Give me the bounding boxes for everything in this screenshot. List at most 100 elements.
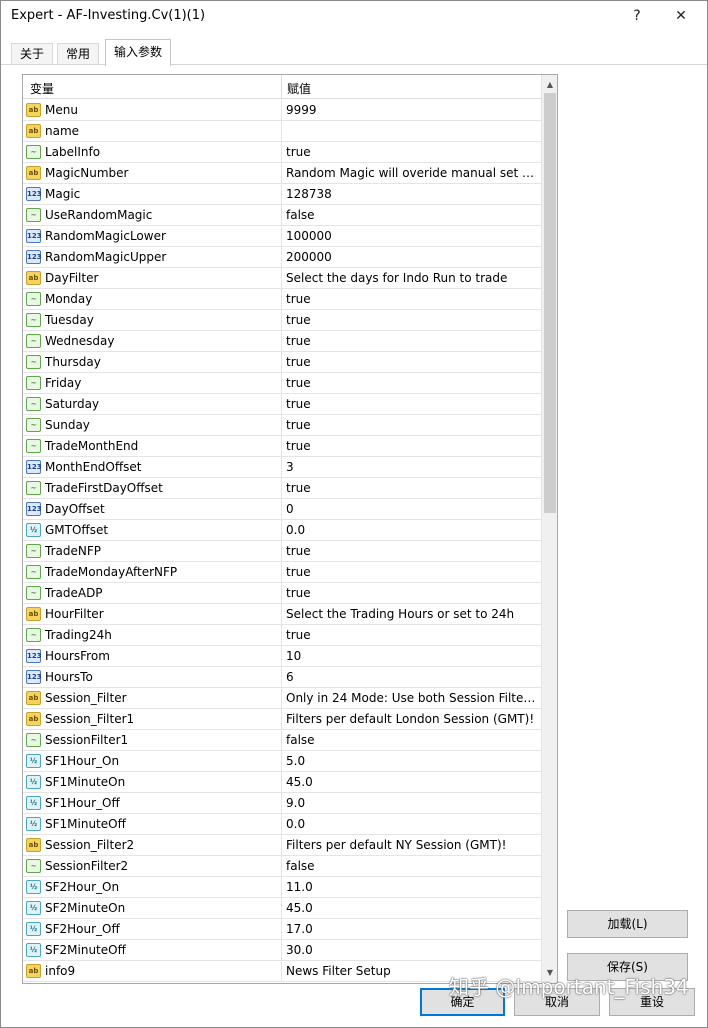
parameter-value[interactable]: true bbox=[286, 544, 536, 558]
parameter-row[interactable]: ~ Thursday true bbox=[23, 352, 541, 373]
parameter-value[interactable]: true bbox=[286, 355, 536, 369]
parameter-value[interactable]: 30.0 bbox=[286, 943, 536, 957]
parameter-value[interactable]: 45.0 bbox=[286, 901, 536, 915]
parameter-row[interactable]: ½ SF1Hour_On 5.0 bbox=[23, 751, 541, 772]
parameter-value[interactable]: true bbox=[286, 397, 536, 411]
parameter-value[interactable]: true bbox=[286, 481, 536, 495]
tab-about[interactable]: 关于 bbox=[11, 43, 54, 65]
parameter-row[interactable]: ab Session_Filter2 Filters per default NY … bbox=[23, 835, 541, 856]
parameter-row[interactable]: ~ Tuesday true bbox=[23, 310, 541, 331]
parameter-row[interactable]: ~ SessionFilter1 false bbox=[23, 730, 541, 751]
scroll-thumb[interactable] bbox=[544, 93, 556, 513]
parameter-row[interactable]: 123 RandomMagicUpper 200000 bbox=[23, 247, 541, 268]
parameter-value[interactable]: false bbox=[286, 859, 536, 873]
help-icon[interactable]: ? bbox=[626, 5, 648, 27]
string-type-icon: ab bbox=[26, 103, 41, 117]
parameter-row[interactable]: ½ SF1Hour_Off 9.0 bbox=[23, 793, 541, 814]
parameter-row[interactable]: ½ SF1MinuteOn 45.0 bbox=[23, 772, 541, 793]
parameter-row[interactable]: ½ SF1MinuteOff 0.0 bbox=[23, 814, 541, 835]
parameter-row[interactable]: ~ TradeNFP true bbox=[23, 541, 541, 562]
parameter-row[interactable]: 123 Magic 128738 bbox=[23, 184, 541, 205]
parameter-row[interactable]: ~ SessionFilter2 false bbox=[23, 856, 541, 877]
parameter-row[interactable]: 123 HoursFrom 10 bbox=[23, 646, 541, 667]
parameter-row[interactable]: 123 RandomMagicLower 100000 bbox=[23, 226, 541, 247]
parameter-value[interactable]: 128738 bbox=[286, 187, 536, 201]
parameter-row[interactable]: ~ TradeFirstDayOffset true bbox=[23, 478, 541, 499]
parameter-value[interactable]: true bbox=[286, 586, 536, 600]
tab-inputs[interactable]: 输入参数 bbox=[105, 39, 172, 66]
parameter-row[interactable]: ~ Friday true bbox=[23, 373, 541, 394]
parameter-value[interactable]: Select the Trading Hours or set to 24h bbox=[286, 607, 536, 621]
parameter-row[interactable]: ab MagicNumber Random Magic will overide m… bbox=[23, 163, 541, 184]
parameter-row[interactable]: ~ TradeMondayAfterNFP true bbox=[23, 562, 541, 583]
title-bar: Expert - AF-Investing.Cv(1)(1) ? ✕ bbox=[1, 1, 707, 32]
parameter-name: Session_Filter1 bbox=[45, 712, 135, 726]
parameter-value[interactable]: 9999 bbox=[286, 103, 536, 117]
parameter-row[interactable]: ~ UseRandomMagic false bbox=[23, 205, 541, 226]
parameter-value[interactable]: 10 bbox=[286, 649, 536, 663]
parameter-row[interactable]: ~ Trading24h true bbox=[23, 625, 541, 646]
parameter-value[interactable]: true bbox=[286, 376, 536, 390]
parameter-value[interactable]: true bbox=[286, 334, 536, 348]
parameter-row[interactable]: 123 HoursTo 6 bbox=[23, 667, 541, 688]
parameter-row[interactable]: ab Session_Filter1 Filters per default Lon… bbox=[23, 709, 541, 730]
parameter-row[interactable]: 123 MonthEndOffset 3 bbox=[23, 457, 541, 478]
parameter-row[interactable]: ½ SF2Hour_Off 17.0 bbox=[23, 919, 541, 940]
parameter-row[interactable]: ab Menu 9999 bbox=[23, 100, 541, 121]
parameter-value[interactable]: 11.0 bbox=[286, 880, 536, 894]
parameter-value[interactable]: true bbox=[286, 313, 536, 327]
parameter-row[interactable]: ab HourFilter Select the Trading Hours or … bbox=[23, 604, 541, 625]
close-icon[interactable]: ✕ bbox=[670, 5, 692, 27]
parameter-value[interactable]: false bbox=[286, 733, 536, 747]
parameter-value[interactable]: Select the days for Indo Run to trade bbox=[286, 271, 536, 285]
parameter-value[interactable]: true bbox=[286, 628, 536, 642]
parameter-row[interactable]: ~ Wednesday true bbox=[23, 331, 541, 352]
parameter-value[interactable]: true bbox=[286, 145, 536, 159]
parameter-value[interactable]: 17.0 bbox=[286, 922, 536, 936]
parameter-value[interactable]: 5.0 bbox=[286, 754, 536, 768]
parameter-value[interactable]: true bbox=[286, 565, 536, 579]
parameter-row[interactable]: ~ TradeMonthEnd true bbox=[23, 436, 541, 457]
string-type-icon: ab bbox=[26, 712, 41, 726]
parameter-value[interactable]: 200000 bbox=[286, 250, 536, 264]
parameter-value[interactable]: 9.0 bbox=[286, 796, 536, 810]
parameter-value[interactable]: 6 bbox=[286, 670, 536, 684]
bool-type-icon: ~ bbox=[26, 544, 41, 558]
scroll-up-arrow-icon[interactable]: ▲ bbox=[542, 77, 557, 93]
column-variable[interactable]: 变量 bbox=[30, 80, 54, 97]
parameter-value[interactable]: false bbox=[286, 208, 536, 222]
bool-type-icon: ~ bbox=[26, 733, 41, 747]
tab-common[interactable]: 常用 bbox=[57, 43, 100, 65]
parameter-row[interactable]: ½ GMTOffset 0.0 bbox=[23, 520, 541, 541]
parameter-row[interactable]: ab Session_Filter Only in 24 Mode: Use bot… bbox=[23, 688, 541, 709]
vertical-scrollbar[interactable]: ▲ ▼ bbox=[541, 75, 557, 983]
parameter-row[interactable]: 123 DayOffset 0 bbox=[23, 499, 541, 520]
parameter-value[interactable]: true bbox=[286, 292, 536, 306]
parameter-row[interactable]: ½ SF2Hour_On 11.0 bbox=[23, 877, 541, 898]
parameter-row[interactable]: ~ LabelInfo true bbox=[23, 142, 541, 163]
parameter-value[interactable]: 0 bbox=[286, 502, 536, 516]
load-button[interactable]: 加载(L) bbox=[567, 910, 688, 938]
parameter-value[interactable]: true bbox=[286, 439, 536, 453]
parameter-row[interactable]: ab name bbox=[23, 121, 541, 142]
parameter-value[interactable]: Random Magic will overide manual set Ma.… bbox=[286, 166, 536, 180]
parameter-value[interactable]: 3 bbox=[286, 460, 536, 474]
parameter-value[interactable]: Only in 24 Mode: Use both Session Filter… bbox=[286, 691, 536, 705]
parameter-row[interactable]: ab DayFilter Select the days for Indo Run … bbox=[23, 268, 541, 289]
parameter-value[interactable]: Filters per default London Session (GMT)… bbox=[286, 712, 536, 726]
parameter-row[interactable]: ~ TradeADP true bbox=[23, 583, 541, 604]
parameter-row[interactable]: ½ SF2MinuteOn 45.0 bbox=[23, 898, 541, 919]
parameter-value[interactable]: Filters per default NY Session (GMT)! bbox=[286, 838, 536, 852]
column-value[interactable]: 赋值 bbox=[287, 80, 311, 97]
parameter-row[interactable]: ~ Sunday true bbox=[23, 415, 541, 436]
parameter-name: HoursTo bbox=[45, 670, 93, 684]
parameter-row[interactable]: ½ SF2MinuteOff 30.0 bbox=[23, 940, 541, 961]
parameter-row[interactable]: ~ Saturday true bbox=[23, 394, 541, 415]
parameter-value[interactable]: 0.0 bbox=[286, 523, 536, 537]
parameter-value[interactable]: 45.0 bbox=[286, 775, 536, 789]
parameter-value[interactable]: true bbox=[286, 418, 536, 432]
bool-type-icon: ~ bbox=[26, 481, 41, 495]
parameter-value[interactable]: 0.0 bbox=[286, 817, 536, 831]
parameter-row[interactable]: ~ Monday true bbox=[23, 289, 541, 310]
parameter-value[interactable]: 100000 bbox=[286, 229, 536, 243]
